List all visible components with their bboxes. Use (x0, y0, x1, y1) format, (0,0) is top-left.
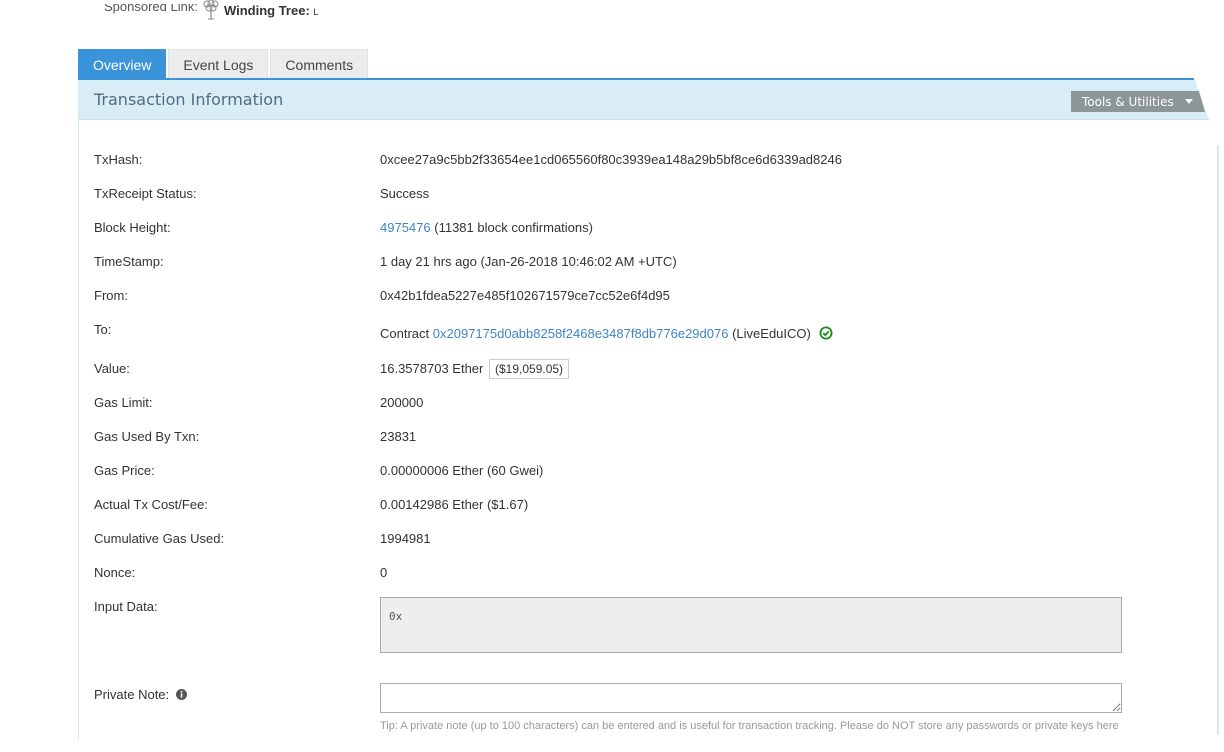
from-address-link[interactable]: 0x42b1fdea5227e485f102671579ce7cc52e6f4d… (380, 288, 670, 303)
tab-comments[interactable]: Comments (270, 49, 369, 79)
nonce-label: Nonce: (94, 565, 136, 580)
private-note-input[interactable] (380, 683, 1122, 713)
gas-used-value: 23831 (380, 429, 417, 444)
info-circle-icon[interactable] (175, 688, 187, 700)
panel-title: Transaction Information (94, 90, 284, 109)
to-contract-name: (LiveEduICO) (732, 326, 811, 341)
block-confirmations: (11381 block confirmations) (434, 220, 593, 235)
value-value: 16.3578703 Ether ($19,059.05) (380, 359, 570, 379)
private-note-label-text: Private Note: (94, 687, 170, 702)
panel-border (1217, 145, 1219, 735)
block-number-link[interactable]: 4975476 (380, 220, 431, 235)
private-note-tip: Tip: A private note (up to 100 character… (380, 720, 1119, 732)
from-label: From: (94, 288, 128, 303)
gas-limit-label: Gas Limit: (94, 395, 153, 410)
gas-price-label: Gas Price: (94, 463, 155, 478)
value-ether: 16.3578703 Ether (380, 361, 484, 376)
tab-event-logs[interactable]: Event Logs (168, 49, 269, 79)
gas-limit-value: 200000 (380, 395, 424, 410)
timestamp-value: 1 day 21 hrs ago (Jan-26-2018 10:46:02 A… (380, 254, 677, 269)
tools-utilities-label: Tools & Utilities (1082, 94, 1174, 109)
transaction-panel: Transaction Information Tools & Utilitie… (78, 80, 1219, 740)
block-height-label: Block Height: (94, 220, 171, 235)
input-data-textarea[interactable]: 0x (380, 597, 1122, 653)
tab-overview[interactable]: Overview (78, 49, 167, 79)
to-value: Contract 0x2097175d0abb8258f2468e3487f8d… (380, 326, 833, 341)
value-usd: ($19,059.05) (489, 359, 570, 379)
to-contract-prefix: Contract (380, 326, 430, 341)
to-label: To: (94, 322, 112, 337)
txhash-value: 0xcee27a9c5bb2f33654ee1cd065560f80c3939e… (380, 152, 842, 167)
status-label: TxReceipt Status: (94, 186, 197, 201)
nonce-value: 0 (380, 565, 388, 580)
check-circle-icon (819, 326, 833, 340)
to-address-link[interactable]: 0x2097175d0abb8258f2468e3487f8db776e29d0… (433, 326, 729, 341)
panel-header: Transaction Information Tools & Utilitie… (79, 80, 1209, 120)
txhash-label: TxHash: (94, 152, 143, 167)
gas-used-label: Gas Used By Txn: (94, 429, 200, 444)
tab-bar: Overview Event Logs Comments (78, 49, 369, 79)
fee-value: 0.00142986 Ether ($1.67) (380, 497, 529, 512)
cumulative-gas-label: Cumulative Gas Used: (94, 531, 225, 546)
sponsor-brand[interactable]: Winding Tree: L (224, 3, 318, 18)
caret-down-icon (1185, 99, 1193, 104)
input-data-label: Input Data: (94, 599, 158, 614)
sponsored-link: Sponsored Link: Winding Tree: L (104, 0, 318, 20)
timestamp-label: TimeStamp: (94, 254, 164, 269)
cumulative-gas-value: 1994981 (380, 531, 431, 546)
fee-label: Actual Tx Cost/Fee: (94, 497, 208, 512)
sponsored-label: Sponsored Link: (104, 4, 198, 14)
tools-utilities-button[interactable]: Tools & Utilities (1071, 91, 1205, 112)
value-label: Value: (94, 361, 130, 376)
gas-price-value: 0.00000006 Ether (60 Gwei) (380, 463, 544, 478)
status-value: Success (380, 186, 430, 201)
private-note-label: Private Note: (94, 687, 187, 702)
block-height-value: 4975476 (11381 block confirmations) (380, 220, 593, 235)
tree-icon (202, 0, 220, 20)
